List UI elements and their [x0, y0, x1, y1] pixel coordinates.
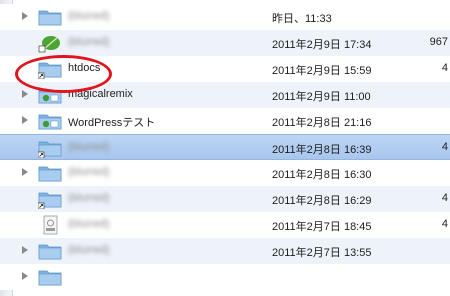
file-size: 4 [441, 192, 448, 204]
list-item[interactable]: (blurred) 2011年2月7日 13:55 [0, 238, 450, 264]
list-item[interactable]: (blurred) 2011年2月8日 16:39 4 [0, 134, 450, 160]
date-modified: 昨日、11:33 [272, 13, 332, 25]
file-name: WordPressテスト [68, 117, 156, 129]
date-modified: 2011年2月8日 21:16 [272, 117, 372, 129]
date-modified: 2011年2月8日 16:30 [272, 169, 372, 181]
file-list: (blurred) 昨日、11:33 (blurred) 2011年2月9日 17:3… [0, 0, 450, 296]
disclosure-triangle-icon[interactable] [22, 12, 28, 20]
text-document-icon [38, 215, 62, 235]
file-name: magicalremix [68, 88, 133, 100]
file-size: 967 [429, 36, 448, 48]
list-item[interactable]: (blurred) 昨日、11:33 [0, 4, 450, 30]
disclosure-triangle-icon[interactable] [22, 272, 28, 280]
file-name: htdocs [68, 62, 101, 74]
disclosure-triangle-icon[interactable] [22, 246, 28, 254]
file-size: 4 [441, 141, 448, 153]
folder-icon [38, 163, 62, 183]
folder-alias-icon [37, 138, 62, 159]
date-modified: 2011年2月9日 11:00 [272, 91, 371, 103]
date-modified: 2011年2月8日 16:29 [272, 195, 372, 207]
disclosure-triangle-icon[interactable] [22, 90, 28, 98]
disclosure-triangle-icon[interactable] [22, 168, 28, 176]
list-item[interactable]: (blurred) 2011年2月8日 16:29 4 [0, 186, 450, 212]
file-name: (blurred) [68, 10, 110, 22]
file-size: 4 [441, 62, 448, 74]
file-name: (blurred) [68, 218, 110, 230]
folder-icon [38, 267, 62, 287]
list-item[interactable]: (blurred) 2011年2月8日 16:30 [0, 160, 450, 186]
date-modified: 2011年2月9日 17:34 [272, 39, 372, 51]
website-folder-icon [38, 85, 62, 105]
file-name: (blurred) [68, 244, 110, 256]
date-modified: 2011年2月9日 15:59 [272, 65, 372, 77]
list-item[interactable]: (blurred) 2011年2月9日 17:34 967 [0, 30, 450, 56]
file-name: (blurred) [68, 141, 110, 153]
website-folder-icon [38, 111, 62, 131]
file-name: (blurred) [68, 192, 110, 204]
folder-icon [38, 7, 62, 27]
folder-alias-icon [37, 59, 62, 80]
list-item[interactable]: WordPressテスト 2011年2月8日 21:16 [0, 108, 450, 134]
folder-alias-icon [37, 189, 62, 210]
list-item[interactable]: magicalremix 2011年2月9日 11:00 [0, 82, 450, 108]
date-modified: 2011年2月7日 18:45 [272, 221, 372, 233]
list-item[interactable] [0, 264, 450, 290]
file-name: (blurred) [68, 166, 110, 178]
date-modified: 2011年2月8日 16:39 [272, 144, 372, 156]
list-item[interactable]: (blurred) 2011年2月7日 18:45 4 [0, 212, 450, 238]
disclosure-triangle-icon[interactable] [22, 116, 28, 124]
file-size: 4 [441, 218, 448, 230]
leaf-document-icon [38, 33, 62, 53]
list-item[interactable]: htdocs 2011年2月9日 15:59 4 [0, 56, 450, 82]
folder-icon [38, 241, 62, 261]
file-name: (blurred) [68, 36, 110, 48]
date-modified: 2011年2月7日 13:55 [272, 247, 372, 259]
